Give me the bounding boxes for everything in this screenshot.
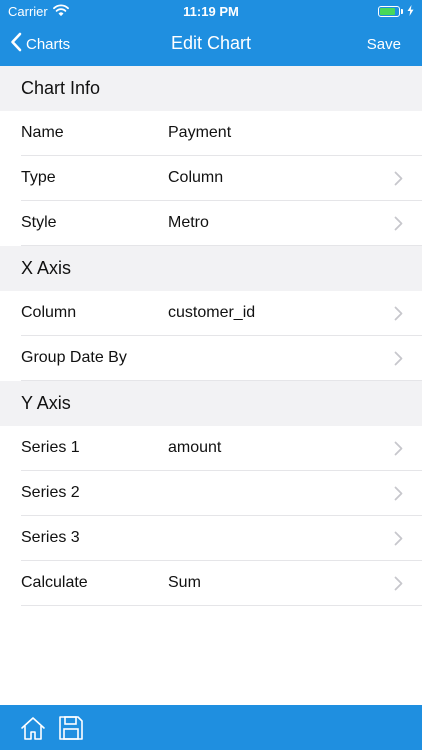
row-label: Column — [21, 304, 77, 321]
row-label: Series 1 — [21, 439, 80, 456]
chevron-right-icon — [394, 171, 403, 191]
save-button[interactable]: Save — [367, 36, 401, 53]
row-series-1[interactable]: Series 1 amount — [21, 426, 422, 471]
chevron-right-icon — [394, 576, 403, 596]
row-calculate[interactable]: Calculate Sum — [21, 561, 422, 606]
home-icon[interactable] — [18, 713, 48, 743]
row-column[interactable]: Column customer_id — [21, 291, 422, 336]
row-name[interactable]: Name Payment — [21, 111, 422, 156]
status-bar: Carrier 11:19 PM — [0, 0, 422, 22]
row-style[interactable]: Style Metro — [21, 201, 422, 246]
settings-list: Chart Info Name Payment Type Column Styl… — [0, 66, 422, 705]
chevron-right-icon — [394, 216, 403, 236]
chevron-right-icon — [394, 441, 403, 461]
floppy-disk-icon[interactable] — [56, 713, 86, 743]
page-title: Edit Chart — [170, 33, 252, 53]
battery-nub — [401, 9, 403, 14]
row-value: customer_id — [168, 304, 256, 321]
row-series-2[interactable]: Series 2 — [21, 471, 422, 516]
row-type[interactable]: Type Column — [21, 156, 422, 201]
row-value: amount — [168, 439, 222, 456]
row-value: Column — [168, 169, 224, 186]
bottom-toolbar — [0, 705, 422, 750]
row-group-date-by[interactable]: Group Date By — [21, 336, 422, 381]
row-series-3[interactable]: Series 3 — [21, 516, 422, 561]
section-header-chart-info: Chart Info — [0, 66, 422, 111]
chevron-right-icon — [394, 351, 403, 371]
row-label: Style — [21, 214, 57, 231]
status-right — [378, 4, 414, 19]
row-label: Type — [21, 169, 56, 186]
battery-icon — [378, 6, 400, 17]
row-value: Payment — [168, 124, 232, 141]
nav-bar: Charts Edit Chart Save — [0, 22, 422, 66]
row-label: Name — [21, 124, 64, 141]
chevron-right-icon — [394, 531, 403, 551]
top-bar: Carrier 11:19 PM Charts Edit Chart Save — [0, 0, 422, 66]
row-value: Metro — [168, 214, 209, 231]
status-time: 11:19 PM — [183, 4, 239, 19]
row-value: Sum — [168, 574, 201, 591]
row-label: Calculate — [21, 574, 88, 591]
chevron-right-icon — [394, 486, 403, 506]
chevron-right-icon — [394, 306, 403, 326]
section-header-x-axis: X Axis — [0, 246, 422, 291]
battery-fill — [380, 8, 395, 15]
section-header-y-axis: Y Axis — [0, 381, 422, 426]
row-label: Group Date By — [21, 349, 127, 366]
row-label: Series 2 — [21, 484, 80, 501]
row-label: Series 3 — [21, 529, 80, 546]
charging-icon — [407, 4, 414, 19]
